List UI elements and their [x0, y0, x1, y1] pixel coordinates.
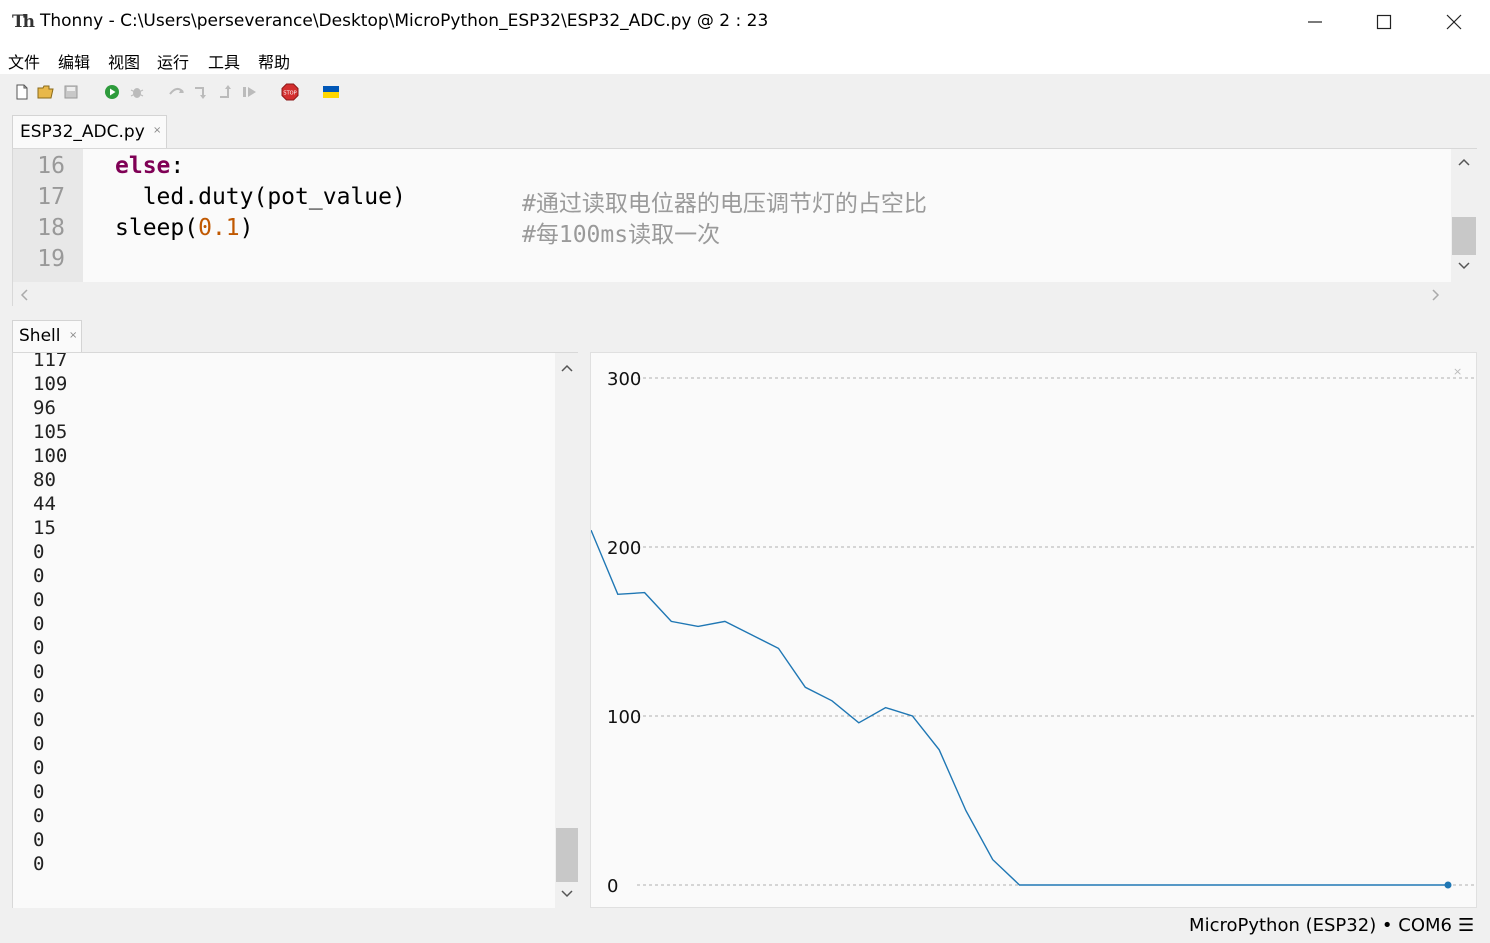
editor-horizontal-scrollbar[interactable]	[13, 282, 1477, 306]
maximize-icon	[1376, 14, 1392, 30]
shell-tab-close-icon[interactable]: ×	[69, 330, 77, 341]
scroll-down-icon[interactable]	[1457, 261, 1471, 271]
y-tick-label: 100	[607, 707, 641, 728]
line-number: 16	[37, 153, 65, 179]
minimize-button[interactable]	[1281, 0, 1349, 44]
shell-output-line: 0	[33, 565, 45, 587]
resume-icon[interactable]	[241, 83, 259, 101]
shell-output-line: 0	[33, 685, 45, 707]
shell-output-line: 100	[33, 445, 68, 467]
shell-output-line: 0	[33, 589, 45, 611]
shell-tab-label: Shell	[19, 326, 61, 346]
shell-output-line: 0	[33, 853, 45, 875]
editor-tab[interactable]: ESP32_ADC.py ×	[12, 115, 167, 149]
shell-output-line: 0	[33, 709, 45, 731]
scroll-down-icon[interactable]	[560, 889, 574, 899]
series-last-point	[1444, 881, 1452, 889]
menu-tools[interactable]: 工具	[208, 49, 240, 73]
code-comment: #通过读取电位器的电压调节灯的占空比	[522, 191, 927, 217]
line-number-gutter: 16 17 18 19	[13, 149, 83, 282]
close-icon	[1446, 14, 1462, 30]
window-title: Thonny - C:\Users\perseverance\Desktop\M…	[40, 11, 769, 31]
open-file-icon[interactable]	[37, 83, 55, 101]
svg-text:STOP: STOP	[283, 91, 296, 97]
menu-bar: 文件 编辑 视图 运行 工具 帮助	[0, 44, 1490, 74]
editor-tab-label: ESP32_ADC.py	[20, 122, 145, 142]
shell-output-line: 0	[33, 781, 45, 803]
scroll-up-icon[interactable]	[560, 363, 574, 373]
run-icon[interactable]	[103, 83, 121, 101]
shell-output-line: 0	[33, 661, 45, 683]
code-text: sleep(	[115, 215, 199, 241]
shell-output-line: 117	[33, 352, 68, 371]
minimize-icon	[1308, 21, 1322, 23]
interpreter-status[interactable]: MicroPython (ESP32) • COM6	[1189, 915, 1452, 936]
shell-output-line: 15	[33, 517, 56, 539]
shell-output-line: 0	[33, 829, 45, 851]
scroll-up-icon[interactable]	[1457, 157, 1471, 167]
y-tick-label: 300	[607, 369, 641, 390]
scroll-thumb[interactable]	[556, 828, 578, 882]
shell-output-line: 0	[33, 757, 45, 779]
code-line: sleep(0.1)	[115, 215, 254, 241]
debug-icon[interactable]	[128, 83, 146, 101]
step-over-icon[interactable]	[168, 83, 186, 101]
scroll-right-icon[interactable]	[1431, 288, 1441, 302]
shell-vertical-scrollbar[interactable]	[555, 353, 578, 908]
shell-output-line: 105	[33, 421, 68, 443]
shell-output-line: 0	[33, 637, 45, 659]
code-text: led.duty(pot_value)	[142, 184, 406, 210]
shell-output-line: 96	[33, 397, 56, 419]
code-editor[interactable]: 16 17 18 19 else: led.duty(pot_value) #通…	[12, 148, 1477, 306]
code-comment: #每100ms读取一次	[522, 222, 721, 248]
editor-tab-close-icon[interactable]: ×	[153, 125, 161, 136]
scroll-left-icon[interactable]	[19, 288, 29, 302]
scroll-thumb[interactable]	[1452, 217, 1476, 255]
ukraine-flag-icon[interactable]	[322, 83, 340, 101]
plotter-close-icon[interactable]: ×	[1453, 365, 1462, 378]
shell-output-line: 0	[33, 733, 45, 755]
new-file-icon[interactable]	[13, 83, 31, 101]
shell-output-line: 0	[33, 613, 45, 635]
shell-output-line: 80	[33, 469, 56, 491]
series-line	[590, 529, 1448, 886]
status-bar: MicroPython (ESP32) • COM6 ☰	[0, 910, 1490, 943]
code-line: led.duty(pot_value)	[115, 184, 406, 210]
line-number: 19	[37, 246, 65, 272]
menu-file[interactable]: 文件	[8, 49, 40, 73]
code-line: else:	[115, 153, 184, 179]
menu-help[interactable]: 帮助	[258, 49, 290, 73]
stop-icon[interactable]: STOP	[281, 83, 299, 101]
line-chart: 300 200 100 0 ×	[590, 365, 1476, 897]
step-into-icon[interactable]	[193, 83, 211, 101]
line-number: 17	[37, 184, 65, 210]
code-text: )	[239, 215, 254, 241]
line-number: 18	[37, 215, 65, 241]
editor-vertical-scrollbar[interactable]	[1451, 149, 1477, 282]
title-bar: Th Thonny - C:\Users\perseverance\Deskto…	[0, 0, 1490, 44]
thonny-logo-icon: Th	[12, 12, 35, 32]
toolbar: STOP	[0, 74, 1490, 112]
save-icon[interactable]	[62, 83, 80, 101]
close-button[interactable]	[1420, 0, 1488, 44]
menu-view[interactable]: 视图	[108, 49, 140, 73]
y-tick-label: 0	[607, 876, 618, 897]
number-literal: 0.1	[198, 215, 240, 241]
code-text: :	[170, 153, 185, 179]
menu-run[interactable]: 运行	[157, 49, 189, 73]
menu-edit[interactable]: 编辑	[58, 49, 90, 73]
plotter-panel[interactable]: 300 200 100 0 ×	[590, 352, 1477, 908]
step-out-icon[interactable]	[218, 83, 236, 101]
keyword: else	[115, 153, 171, 179]
hamburger-menu-icon[interactable]: ☰	[1458, 915, 1474, 936]
shell-output-line: 109	[33, 373, 68, 395]
shell-panel[interactable]: 117 109 96 105 100 80 44 15 0 0 0 0 0 0 0 0 0 0 0 0 0 0	[12, 352, 578, 908]
maximize-button[interactable]	[1350, 0, 1418, 44]
shell-tab[interactable]: Shell ×	[12, 320, 82, 353]
y-tick-label: 200	[607, 538, 641, 559]
shell-output-line: 0	[33, 541, 45, 563]
shell-output-line: 44	[33, 493, 56, 515]
shell-output-line: 0	[33, 805, 45, 827]
